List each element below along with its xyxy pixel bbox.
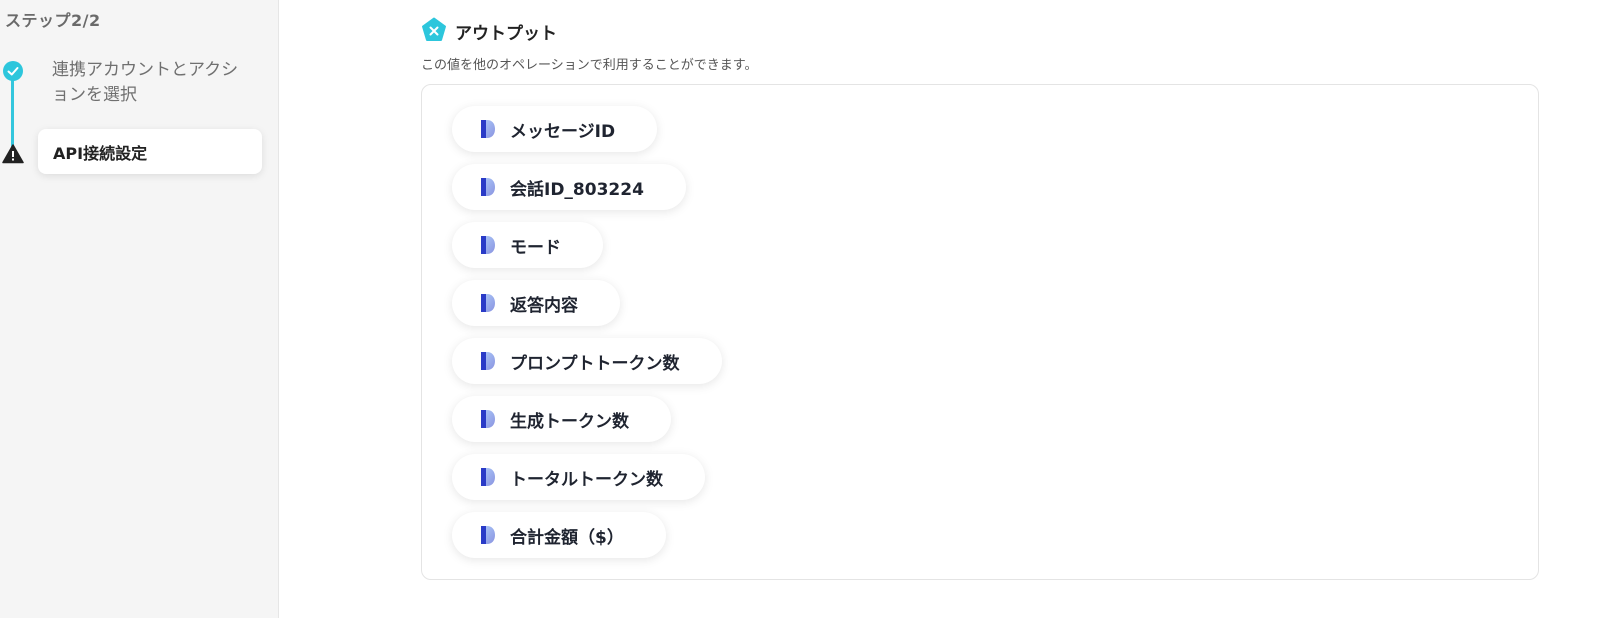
variable-icon bbox=[480, 409, 496, 429]
variable-icon bbox=[480, 467, 496, 487]
variable-icon bbox=[480, 293, 496, 313]
variable-icon bbox=[480, 177, 496, 197]
timeline-connector bbox=[11, 78, 14, 152]
output-variable-chip[interactable]: 合計金額（$） bbox=[452, 512, 666, 558]
variable-icon bbox=[480, 525, 496, 545]
output-panel: メッセージID 会話ID_803224 モード 返答内容 プロンプトトークン数 … bbox=[421, 84, 1539, 580]
variable-icon bbox=[480, 235, 496, 255]
variable-icon bbox=[480, 119, 496, 139]
warning-icon bbox=[2, 144, 24, 164]
check-circle-icon bbox=[3, 61, 23, 81]
output-variable-chip[interactable]: モード bbox=[452, 222, 603, 268]
output-title: アウトプット bbox=[455, 24, 557, 44]
output-description: この値を他のオペレーションで利用することができます。 bbox=[421, 58, 758, 73]
output-variable-label: 返答内容 bbox=[510, 295, 578, 316]
step-api-connection-settings[interactable]: API接続設定 bbox=[38, 129, 262, 174]
sidebar: ステップ2/2 連携アカウントとアクションを選択 API接続設定 bbox=[0, 0, 279, 618]
output-variable-chip[interactable]: トータルトークン数 bbox=[452, 454, 705, 500]
output-variable-label: モード bbox=[510, 237, 561, 258]
output-variable-label: メッセージID bbox=[510, 121, 616, 142]
output-variable-label: 生成トークン数 bbox=[510, 411, 629, 432]
output-variable-label: 合計金額（$） bbox=[510, 527, 624, 548]
output-variable-label: プロンプトトークン数 bbox=[510, 353, 680, 374]
output-variable-chip[interactable]: 返答内容 bbox=[452, 280, 620, 326]
output-variable-label: トータルトークン数 bbox=[510, 469, 663, 490]
output-variable-chip[interactable]: 会話ID_803224 bbox=[452, 164, 686, 210]
output-variable-chip[interactable]: 生成トークン数 bbox=[452, 396, 671, 442]
step-title: ステップ2/2 bbox=[5, 11, 101, 30]
variable-icon bbox=[480, 351, 496, 371]
output-chip-list: メッセージID 会話ID_803224 モード 返答内容 プロンプトトークン数 … bbox=[452, 106, 722, 570]
step-select-account-action[interactable]: 連携アカウントとアクションを選択 bbox=[52, 58, 252, 108]
step-api-connection-label: API接続設定 bbox=[53, 144, 148, 163]
output-variable-chip[interactable]: メッセージID bbox=[452, 106, 658, 152]
output-icon bbox=[421, 17, 447, 43]
output-variable-chip[interactable]: プロンプトトークン数 bbox=[452, 338, 722, 384]
output-variable-label: 会話ID_803224 bbox=[510, 179, 644, 200]
